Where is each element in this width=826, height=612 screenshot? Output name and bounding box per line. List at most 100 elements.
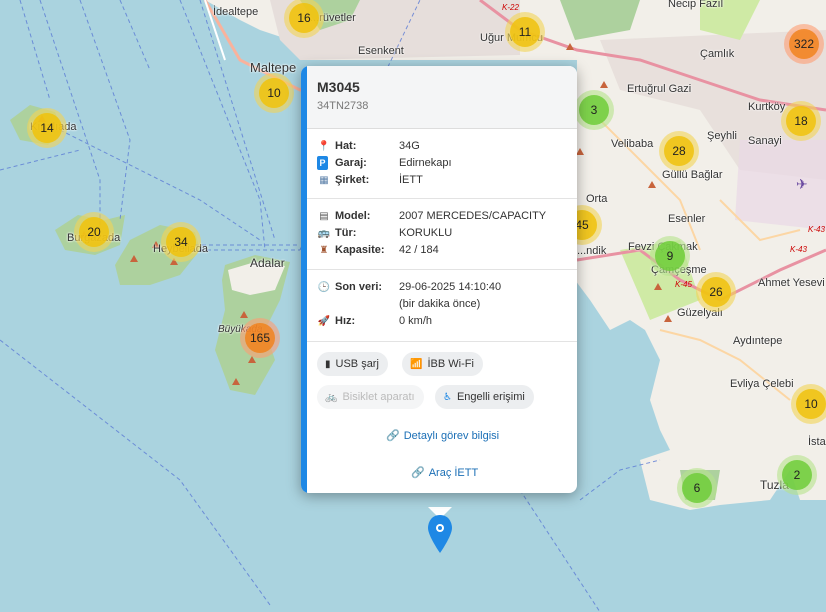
cluster-165[interactable]: 165 — [240, 318, 280, 358]
cluster-10-east[interactable]: 10 — [791, 384, 826, 424]
vehicle-marker[interactable] — [426, 505, 454, 560]
cluster-count: 2 — [782, 460, 812, 490]
cluster-26[interactable]: 26 — [696, 272, 736, 312]
cluster-count: 322 — [789, 29, 819, 59]
cluster-count: 18 — [786, 106, 816, 136]
label-istanbul: İsta — [808, 436, 826, 448]
svg-text:✈: ✈ — [796, 176, 808, 192]
cluster-28[interactable]: 28 — [659, 131, 699, 171]
label-gullu-baglar: Güllü Bağlar — [662, 169, 723, 181]
row-garaj: P Garaj: Edirnekapı — [317, 156, 577, 170]
row-tur: 🚌 Tür: KORUKLU — [317, 226, 577, 240]
sonveri-value: 29-06-2025 14:10:40 — [399, 281, 502, 293]
road-k43: K-43 — [808, 225, 825, 234]
cluster-count: 34 — [166, 227, 196, 257]
cluster-count: 14 — [32, 113, 62, 143]
feature-bike: 🚲 Bisiklet aparatı — [317, 385, 424, 409]
row-hiz: 🚀 Hız: 0 km/h — [317, 314, 577, 328]
cluster-20[interactable]: 20 — [74, 212, 114, 252]
cluster-count: 9 — [655, 241, 685, 271]
sirket-label: Şirket: — [335, 174, 370, 186]
feature-wifi: 📶 İBB Wi-Fi — [402, 352, 483, 376]
cluster-count: 20 — [79, 217, 109, 247]
tur-value: KORUKLU — [399, 227, 453, 239]
parking-icon: P — [317, 156, 328, 170]
road-k43b: K-43 — [790, 245, 807, 254]
detail-link[interactable]: 🔗 Detaylı görev bilgisi — [386, 429, 499, 442]
link-icon: 🔗 — [386, 430, 400, 442]
cluster-count: 26 — [701, 277, 731, 307]
hat-label: Hat: — [335, 140, 357, 152]
garaj-value: Edirnekapı — [399, 157, 452, 169]
speed-icon: 🚀 — [317, 316, 331, 327]
cluster-11[interactable]: 11 — [505, 12, 545, 52]
label-adalar: Adalar — [250, 256, 285, 270]
feature-access-label: Engelli erişimi — [456, 391, 525, 403]
sonveri-label: Son veri: — [335, 281, 383, 293]
road-k45: K-45 — [675, 280, 692, 289]
label-ahmet-yesevi: Ahmet Yesevi — [758, 277, 825, 289]
cluster-14[interactable]: 14 — [27, 108, 67, 148]
vehicle-code: M3045 — [317, 79, 360, 95]
tur-label: Tür: — [335, 227, 357, 239]
model-value: 2007 MERCEDES/CAPACITY — [399, 210, 547, 222]
label-camlik: Çamlık — [700, 48, 735, 60]
row-kapasite: ♜ Kapasite: 42 / 184 — [317, 243, 577, 257]
cluster-count: 6 — [682, 473, 712, 503]
cluster-count: 28 — [664, 136, 694, 166]
label-velibaba: Velibaba — [611, 138, 654, 150]
label-kaynarca: ...ndik — [577, 245, 607, 257]
label-sanayi: Sanayi — [748, 135, 782, 147]
feature-usb-label: USB şarj — [335, 358, 379, 370]
cluster-3[interactable]: 3 — [574, 90, 614, 130]
cluster-322[interactable]: 322 — [784, 24, 824, 64]
cluster-34[interactable]: 34 — [161, 222, 201, 262]
label-seyhli: Şeyhli — [707, 130, 737, 142]
hiz-value: 0 km/h — [399, 315, 433, 327]
cluster-2[interactable]: 2 — [777, 455, 817, 495]
feature-access: ♿ Engelli erişimi — [435, 385, 534, 409]
vehicle-link[interactable]: 🔗 Araç İETT — [411, 466, 478, 479]
label-aydintepe: Aydıntepe — [733, 335, 783, 347]
cluster-6[interactable]: 6 — [677, 468, 717, 508]
map-pin-icon — [428, 507, 452, 553]
building-icon: ▦ — [319, 175, 329, 186]
label-esenler: Esenler — [668, 213, 706, 225]
cluster-10-maltepe[interactable]: 10 — [254, 73, 294, 113]
pin-icon: 📍 — [317, 141, 331, 152]
doc-icon: ▤ — [319, 211, 329, 222]
row-sirket: ▦ Şirket: İETT — [317, 173, 577, 187]
row-son-veri-rel: (bir dakika önce) — [317, 297, 577, 311]
wifi-icon: 📶 — [410, 359, 423, 370]
cluster-9[interactable]: 9 — [650, 236, 690, 276]
detail-link-label: Detaylı görev bilgisi — [403, 430, 500, 442]
section-vehicle-info: ▤ Model: 2007 MERCEDES/CAPACITY 🚌 Tür: KORUK… — [307, 198, 577, 270]
feature-bike-label: Bisiklet aparatı — [342, 391, 415, 403]
vehicle-popup: M3045 34TN2738 📍 Hat: 34G P Garaj: Edirnekap… — [301, 66, 577, 493]
cluster-18[interactable]: 18 — [781, 101, 821, 141]
vehicle-plate: 34TN2738 — [317, 100, 369, 112]
label-esenkent: Esenkent — [358, 45, 404, 57]
bike-icon: 🚲 — [325, 392, 338, 403]
person-icon: ♜ — [319, 245, 329, 256]
row-model: ▤ Model: 2007 MERCEDES/CAPACITY — [317, 209, 577, 223]
sirket-value: İETT — [399, 174, 423, 186]
garaj-label: Garaj: — [335, 157, 367, 169]
hiz-label: Hız: — [335, 315, 356, 327]
label-idealtepe: İdealtepe — [213, 6, 259, 18]
road-k22: K-22 — [502, 3, 519, 12]
feature-wifi-label: İBB Wi-Fi — [427, 358, 474, 370]
kapasite-value: 42 / 184 — [399, 244, 439, 256]
vehicle-link-label: Araç İETT — [428, 467, 479, 479]
cluster-count: 10 — [259, 78, 289, 108]
link-icon: 🔗 — [411, 467, 425, 479]
model-label: Model: — [335, 210, 371, 222]
label-necip-fazil: Necip Fazıl — [668, 0, 724, 10]
label-evliya-celebi: Evliya Çelebi — [730, 378, 794, 390]
hat-value: 34G — [399, 140, 420, 152]
label-ertugrul-gazi: Ertuğrul Gazi — [627, 83, 692, 95]
label-orta: Orta — [586, 193, 608, 205]
cluster-count: 165 — [245, 323, 275, 353]
cluster-count: 10 — [796, 389, 826, 419]
row-son-veri: 🕒 Son veri: 29-06-2025 14:10:40 — [317, 280, 577, 294]
